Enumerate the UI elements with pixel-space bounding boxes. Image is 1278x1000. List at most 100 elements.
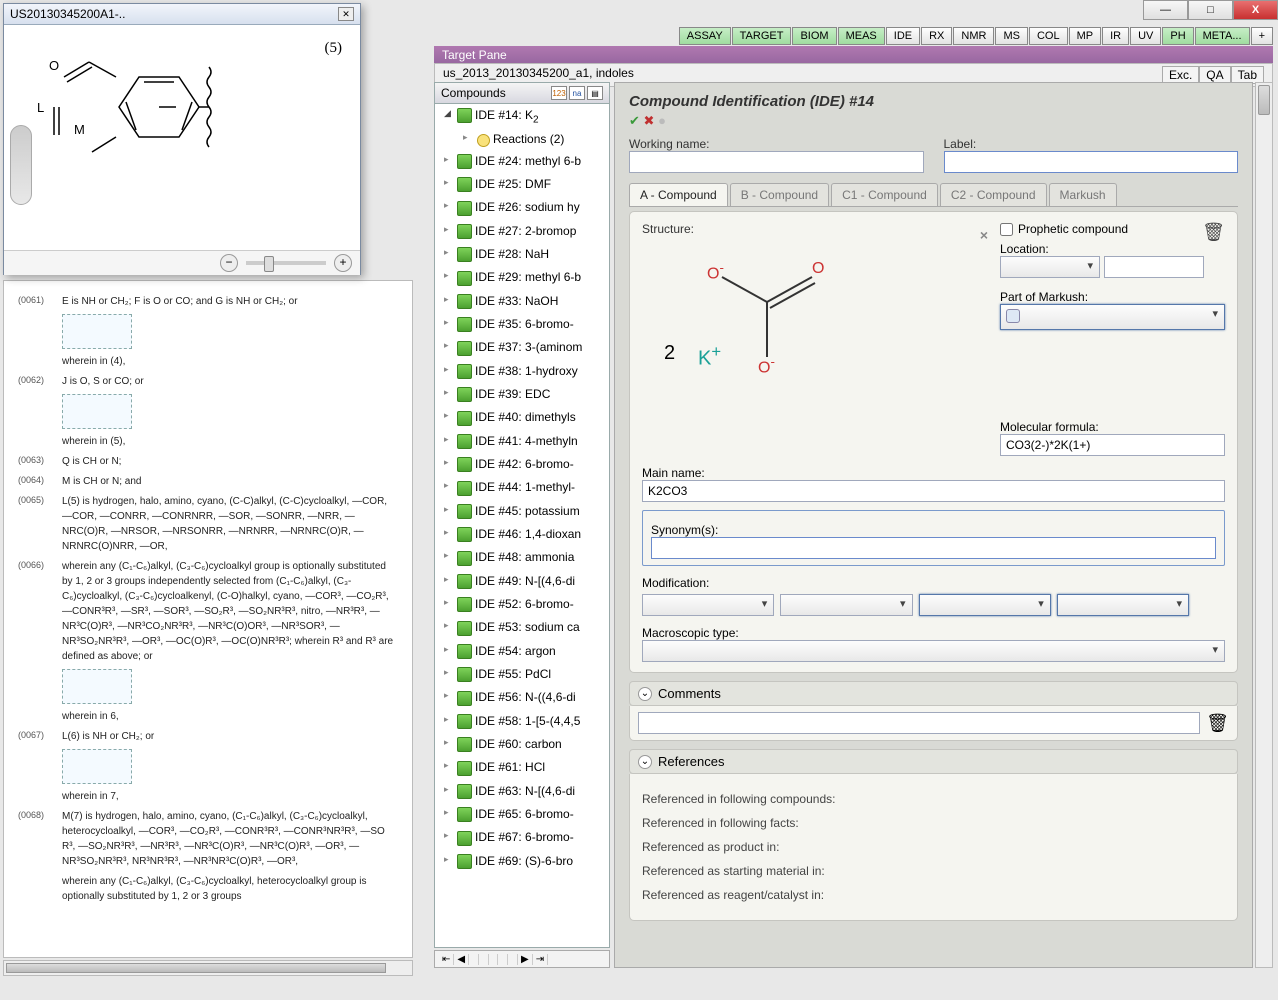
top-tab-col[interactable]: COL <box>1029 27 1068 45</box>
compound-item[interactable]: IDE #29: methyl 6-b <box>435 266 609 289</box>
modification-combo-4[interactable] <box>1057 594 1189 616</box>
float-window-close-icon[interactable]: ✕ <box>338 7 354 21</box>
top-tab-ph[interactable]: PH <box>1162 27 1193 45</box>
inline-structure-4[interactable] <box>62 749 132 784</box>
working-name-input[interactable] <box>629 151 924 173</box>
window-close[interactable]: X <box>1233 0 1278 20</box>
dot-icon[interactable]: ● <box>658 113 666 128</box>
location-combo-1[interactable] <box>1000 256 1100 278</box>
structure-canvas[interactable]: O- O O- 2 K+ <box>642 242 872 432</box>
compound-item[interactable]: IDE #55: PdCl <box>435 663 609 686</box>
compound-item[interactable]: IDE #14: K2 <box>435 104 609 129</box>
compound-item[interactable]: IDE #58: 1-[5-(4,4,5 <box>435 710 609 733</box>
compound-item[interactable]: IDE #69: (S)-6-bro <box>435 850 609 873</box>
mainname-input[interactable] <box>642 480 1225 502</box>
window-maximize[interactable]: □ <box>1188 0 1233 20</box>
inline-structure-1[interactable] <box>62 314 132 349</box>
top-tab-assay[interactable]: ASSAY <box>679 27 731 45</box>
compound-item[interactable]: IDE #24: methyl 6-b <box>435 150 609 173</box>
sub-tab-c1-compound[interactable]: C1 - Compound <box>831 183 938 206</box>
compound-item[interactable]: IDE #37: 3-(aminom <box>435 336 609 359</box>
molformula-input[interactable] <box>1000 434 1225 456</box>
location-input[interactable] <box>1104 256 1204 278</box>
compound-item[interactable]: IDE #63: N-[(4,6-di <box>435 780 609 803</box>
modification-combo-1[interactable] <box>642 594 774 616</box>
top-tab-add[interactable]: + <box>1251 27 1273 45</box>
compound-item[interactable]: IDE #56: N-((4,6-di <box>435 686 609 709</box>
top-tab-meta[interactable]: META... <box>1195 27 1250 45</box>
macro-combo[interactable] <box>642 640 1225 662</box>
synonyms-input[interactable] <box>651 537 1216 559</box>
compound-item[interactable]: IDE #41: 4-methyln <box>435 430 609 453</box>
zoom-slider[interactable] <box>246 261 326 265</box>
modification-combo-2[interactable] <box>780 594 912 616</box>
zoom-in-button[interactable]: + <box>334 254 352 272</box>
sub-tab-markush[interactable]: Markush <box>1049 183 1117 206</box>
expand-icon-2[interactable]: ⌄ <box>638 755 652 769</box>
window-minimize[interactable]: — <box>1143 0 1188 20</box>
view-mode-icon-3[interactable]: ▤ <box>587 86 603 100</box>
top-tab-target[interactable]: TARGET <box>732 27 792 45</box>
top-tab-nmr[interactable]: NMR <box>953 27 994 45</box>
compound-item[interactable]: IDE #67: 6-bromo- <box>435 826 609 849</box>
top-tab-biom[interactable]: BIOM <box>792 27 836 45</box>
reactions-subitem[interactable]: Reactions (2) <box>435 129 609 149</box>
document-text-area[interactable]: (0061)E is NH or CH₂; F is O or CO; and … <box>3 280 413 958</box>
compound-item[interactable]: IDE #26: sodium hy <box>435 196 609 219</box>
compound-item[interactable]: IDE #45: potassium <box>435 500 609 523</box>
trash-icon[interactable]: 🗑 <box>1202 222 1225 243</box>
compound-item[interactable]: IDE #49: N-[(4,6-di <box>435 570 609 593</box>
references-section[interactable]: ⌄ References <box>629 749 1238 774</box>
expand-icon[interactable]: ⌄ <box>638 687 652 701</box>
label-input[interactable] <box>944 151 1239 173</box>
inline-structure-2[interactable] <box>62 394 132 429</box>
top-tab-ide[interactable]: IDE <box>886 27 920 45</box>
compound-item[interactable]: IDE #27: 2-bromop <box>435 220 609 243</box>
sub-tab-a-compound[interactable]: A - Compound <box>629 183 728 206</box>
compound-item[interactable]: IDE #35: 6-bromo- <box>435 313 609 336</box>
comments-trash-icon[interactable]: 🗑 <box>1206 713 1229 734</box>
compound-item[interactable]: IDE #33: NaOH <box>435 290 609 313</box>
compound-item[interactable]: IDE #42: 6-bromo- <box>435 453 609 476</box>
status-icons[interactable]: ✔ ✖ ● <box>629 113 1238 129</box>
compound-item[interactable]: IDE #61: HCl <box>435 756 609 779</box>
compound-item[interactable]: IDE #38: 1-hydroxy <box>435 360 609 383</box>
compound-item[interactable]: IDE #65: 6-bromo- <box>435 803 609 826</box>
view-mode-icon-2[interactable]: na <box>569 86 585 100</box>
top-tab-ms[interactable]: MS <box>995 27 1028 45</box>
compound-item[interactable]: IDE #46: 1,4-dioxan <box>435 523 609 546</box>
check-icon[interactable]: ✔ <box>629 113 640 128</box>
compound-item[interactable]: IDE #52: 6-bromo- <box>435 593 609 616</box>
top-tab-uv[interactable]: UV <box>1130 27 1161 45</box>
compound-item[interactable]: IDE #48: ammonia <box>435 546 609 569</box>
inline-structure-3[interactable] <box>62 669 132 704</box>
pagination-row[interactable]: ⇤◀ ▶⇥ <box>434 950 610 968</box>
vertical-slider[interactable] <box>10 125 32 205</box>
markush-combo[interactable] <box>1000 304 1225 330</box>
comments-section[interactable]: ⌄ Comments <box>629 681 1238 706</box>
top-tab-rx[interactable]: RX <box>921 27 952 45</box>
compound-item[interactable]: IDE #54: argon <box>435 640 609 663</box>
compound-item[interactable]: IDE #28: NaH <box>435 243 609 266</box>
structure-delete-icon[interactable]: × <box>980 227 988 243</box>
compound-item[interactable]: IDE #53: sodium ca <box>435 616 609 639</box>
compound-item[interactable]: IDE #44: 1-methyl- <box>435 476 609 499</box>
form-scrollbar[interactable] <box>1255 82 1273 968</box>
compound-item[interactable]: IDE #39: EDC <box>435 383 609 406</box>
patent-floating-window[interactable]: US20130345200A1-.. ✕ (5) O L M − <box>3 3 361 275</box>
top-tab-ir[interactable]: IR <box>1102 27 1129 45</box>
sub-tab-b-compound[interactable]: B - Compound <box>730 183 829 206</box>
sub-tab-c2-compound[interactable]: C2 - Compound <box>940 183 1047 206</box>
modification-combo-3[interactable] <box>919 594 1051 616</box>
compounds-tree[interactable]: IDE #14: K2Reactions (2)IDE #24: methyl … <box>435 104 609 947</box>
view-mode-icon-1[interactable]: 123 <box>551 86 567 100</box>
compound-item[interactable]: IDE #60: carbon <box>435 733 609 756</box>
doc-horizontal-scrollbar[interactable] <box>3 960 413 976</box>
compound-item[interactable]: IDE #40: dimethyls <box>435 406 609 429</box>
comments-input[interactable] <box>638 712 1200 734</box>
prophetic-checkbox[interactable] <box>1000 223 1013 236</box>
zoom-out-button[interactable]: − <box>220 254 238 272</box>
compound-item[interactable]: IDE #25: DMF <box>435 173 609 196</box>
cross-icon[interactable]: ✖ <box>644 113 655 128</box>
top-tab-mp[interactable]: MP <box>1069 27 1102 45</box>
